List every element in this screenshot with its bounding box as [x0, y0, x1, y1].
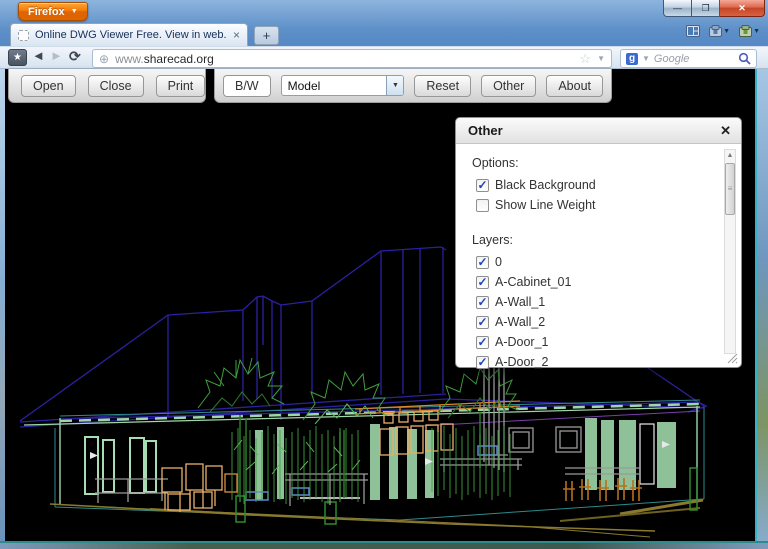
forward-button[interactable]: ► [50, 48, 63, 63]
layer-row: ✓ A-Wall_1 [476, 292, 715, 312]
url-bar[interactable]: ⊕ www.sharecad.org ☆ ▼ [92, 49, 612, 68]
dialog-scrollbar[interactable]: ▲ ≡ [724, 149, 736, 354]
maximize-button[interactable]: ❐ [692, 0, 720, 17]
grip-icon: ≡ [727, 184, 733, 193]
search-engine-icon[interactable]: g [626, 52, 638, 65]
titlebar[interactable]: Firefox ▼ — ❐ ✕ ▼ ▼ [0, 0, 768, 37]
favicon-placeholder-icon [18, 29, 29, 41]
layer-checkbox-door2[interactable]: ✓ [476, 355, 489, 369]
layers-label: Layers: [472, 233, 513, 247]
dialog-body: Options: ✓ Black Background Show Line We… [456, 144, 741, 372]
reset-button[interactable]: Reset [414, 74, 472, 97]
toolbar-file-group: Open Close Print [8, 69, 206, 103]
window-border-left [0, 69, 5, 541]
search-box[interactable]: g ▼ Google [620, 49, 757, 68]
bookmark-star-icon[interactable]: ☆ [579, 51, 591, 67]
other-button[interactable]: Other [481, 74, 537, 97]
bookmarks-sidebar-button[interactable]: ★ [8, 49, 27, 66]
url-dropdown-icon[interactable]: ▼ [597, 54, 605, 63]
layer-label: A-Wall_1 [495, 295, 546, 309]
window-border-right [755, 69, 768, 541]
search-placeholder: Google [653, 52, 690, 65]
tab-title: Online DWG Viewer Free. View in web... [35, 29, 227, 41]
layer-checkbox-0[interactable]: ✓ [476, 255, 489, 269]
layer-row: ✓ A-Cabinet_01 [476, 272, 715, 292]
close-file-button[interactable]: Close [87, 74, 144, 97]
option-row-line-weight: Show Line Weight [476, 195, 715, 215]
print-button[interactable]: Print [155, 74, 206, 97]
search-icon[interactable] [738, 52, 751, 65]
options-label: Options: [472, 156, 519, 170]
option-label: Show Line Weight [495, 198, 596, 212]
back-arrow-icon: ◄ [32, 48, 45, 63]
navigation-bar: ★ ◄ ► ⟳ ⊕ www.sharecad.org ☆ ▼ g ▼ Googl… [0, 46, 768, 69]
layer-checkbox-cabinet[interactable]: ✓ [476, 275, 489, 289]
plus-icon: + [262, 28, 271, 43]
window-controls: — ❐ ✕ [663, 0, 765, 17]
star-icon: ★ [13, 52, 22, 63]
search-engine-dropdown-icon[interactable]: ▼ [642, 54, 650, 63]
layer-row: ✓ A-Door_2 [476, 352, 715, 372]
maximize-icon: ❐ [701, 2, 710, 13]
url-text[interactable]: www.sharecad.org [115, 52, 573, 66]
chevron-down-icon: ▼ [70, 8, 78, 15]
option-row-black-background: ✓ Black Background [476, 175, 715, 195]
layer-checkbox-wall1[interactable]: ✓ [476, 295, 489, 309]
layer-checkbox-wall2[interactable]: ✓ [476, 315, 489, 329]
close-button[interactable]: ✕ [720, 0, 765, 17]
layout-select-value: Model [287, 78, 321, 93]
tab-strip: Online DWG Viewer Free. View in web... ×… [0, 22, 768, 46]
layer-label: A-Wall_2 [495, 315, 546, 329]
resize-grip-icon[interactable] [726, 352, 738, 364]
window-border-bottom [0, 541, 768, 549]
layer-label: A-Door_2 [495, 355, 549, 369]
tab-active[interactable]: Online DWG Viewer Free. View in web... × [10, 23, 248, 46]
dialog-title: Other [468, 123, 503, 138]
chevron-down-icon: ▼ [391, 82, 399, 89]
black-background-checkbox[interactable]: ✓ [476, 178, 489, 192]
url-domain: sharecad.org [143, 51, 214, 66]
firefox-menu-label: Firefox [28, 5, 65, 18]
firefox-menu-button[interactable]: Firefox ▼ [18, 2, 88, 21]
layer-row: ✓ A-Door_1 [476, 332, 715, 352]
show-line-weight-checkbox[interactable] [476, 198, 489, 212]
scrollbar-thumb[interactable]: ≡ [725, 163, 735, 215]
toolbar-view-group: B/W Model ▼ Reset Other About [214, 69, 612, 103]
url-prefix: www. [115, 51, 144, 66]
layout-select[interactable]: Model ▼ [280, 75, 405, 96]
scroll-up-icon[interactable]: ▲ [725, 150, 735, 162]
layer-row: ✓ 0 [476, 252, 715, 272]
forward-arrow-icon: ► [50, 48, 63, 63]
minimize-icon: — [673, 3, 682, 13]
select-dropdown-button[interactable]: ▼ [386, 76, 404, 95]
reload-icon: ⟳ [69, 48, 81, 64]
close-icon: ✕ [738, 2, 746, 13]
layer-row: ✓ A-Wall_2 [476, 312, 715, 332]
dialog-close-icon[interactable]: ✕ [720, 123, 731, 139]
browser-window: Firefox ▼ — ❐ ✕ ▼ ▼ Online DWG Viewer Fr… [0, 0, 768, 549]
dialog-header[interactable]: Other ✕ [456, 118, 741, 144]
tab-close-icon[interactable]: × [233, 29, 240, 41]
about-button[interactable]: About [546, 74, 603, 97]
new-tab-button[interactable]: + [254, 26, 279, 45]
option-label: Black Background [495, 178, 596, 192]
minimize-button[interactable]: — [663, 0, 692, 17]
bw-toggle-button[interactable]: B/W [223, 74, 271, 97]
back-button[interactable]: ◄ [32, 48, 45, 63]
other-dialog: Other ✕ Options: ✓ Black Background Show… [455, 117, 742, 369]
layer-label: A-Door_1 [495, 335, 549, 349]
layer-checkbox-door1[interactable]: ✓ [476, 335, 489, 349]
reload-button[interactable]: ⟳ [69, 48, 81, 65]
open-button[interactable]: Open [21, 74, 76, 97]
site-globe-icon: ⊕ [99, 51, 110, 66]
layer-label: A-Cabinet_01 [495, 275, 572, 289]
layer-label: 0 [495, 255, 502, 269]
